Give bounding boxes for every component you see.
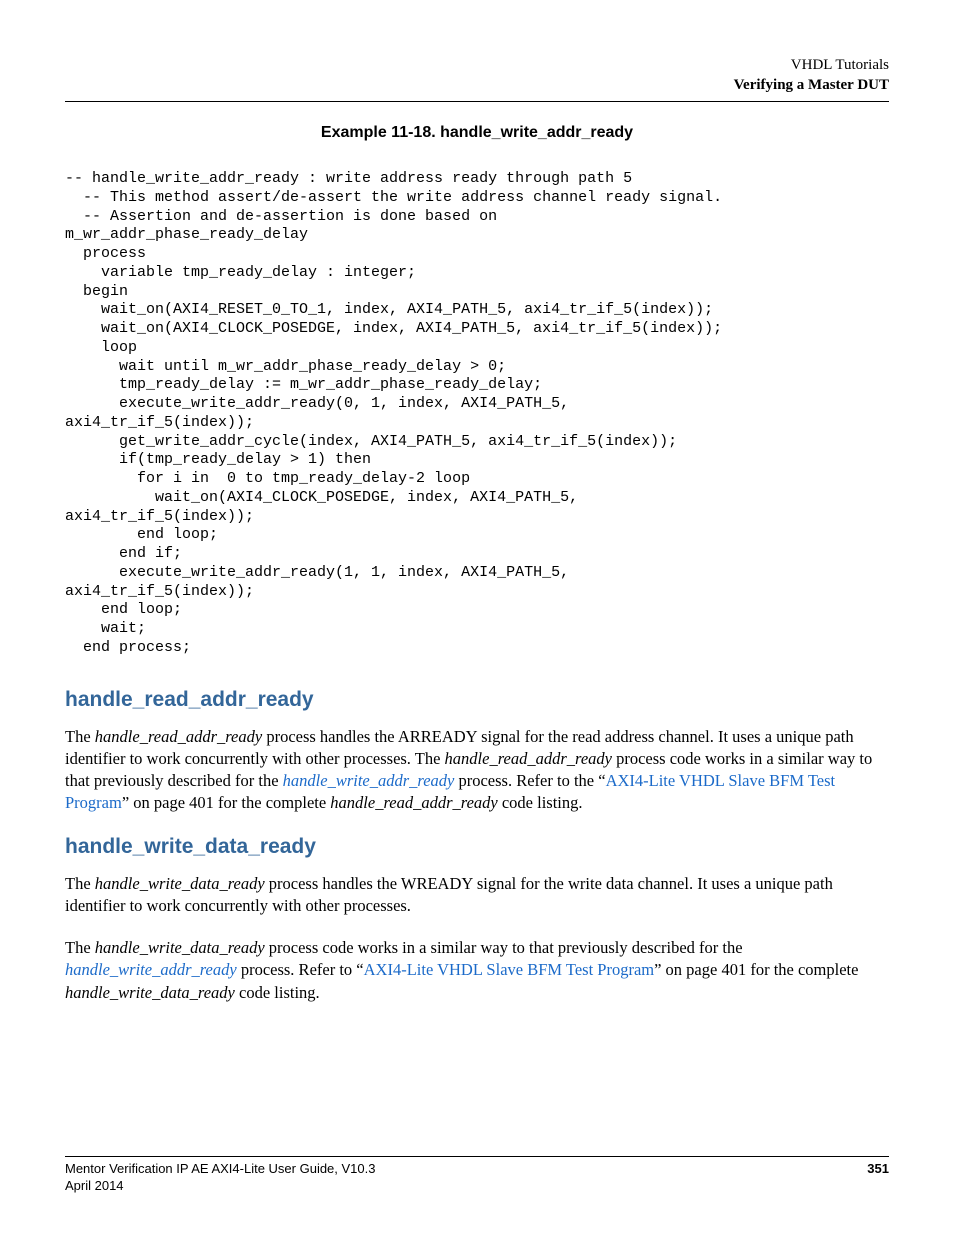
term: handle_write_data_ready bbox=[95, 874, 265, 893]
para-write-data-2: The handle_write_data_ready process code… bbox=[65, 937, 889, 1004]
term: handle_read_addr_ready bbox=[95, 727, 262, 746]
para-write-data-1: The handle_write_data_ready process hand… bbox=[65, 873, 889, 918]
text: code listing. bbox=[235, 983, 320, 1002]
para-read-addr: The handle_read_addr_ready process handl… bbox=[65, 726, 889, 815]
code-listing: -- handle_write_addr_ready : write addre… bbox=[65, 170, 889, 658]
link-axi4-slave-bfm-test-2[interactable]: AXI4-Lite VHDL Slave BFM Test Program bbox=[364, 960, 654, 979]
text: process. Refer to the “ bbox=[454, 771, 605, 790]
section-heading-write-data: handle_write_data_ready bbox=[65, 835, 889, 859]
text: code listing. bbox=[498, 793, 583, 812]
term: handle_read_addr_ready bbox=[330, 793, 497, 812]
term: handle_write_data_ready bbox=[95, 938, 265, 957]
term: handle_read_addr_ready bbox=[445, 749, 612, 768]
term: handle_write_data_ready bbox=[65, 983, 235, 1002]
text: ” on page 401 for the complete bbox=[122, 793, 330, 812]
footer-page-number: 351 bbox=[867, 1161, 889, 1195]
footer-date: April 2014 bbox=[65, 1178, 375, 1195]
text: process. Refer to “ bbox=[237, 960, 364, 979]
page-footer: Mentor Verification IP AE AXI4-Lite User… bbox=[65, 1156, 889, 1195]
example-title: Example 11-18. handle_write_addr_ready bbox=[65, 124, 889, 142]
text: The bbox=[65, 874, 95, 893]
header-section: Verifying a Master DUT bbox=[65, 76, 889, 96]
page-header: VHDL Tutorials Verifying a Master DUT bbox=[65, 56, 889, 102]
section-heading-read-addr: handle_read_addr_ready bbox=[65, 688, 889, 712]
text: The bbox=[65, 727, 95, 746]
text: ” on page 401 for the complete bbox=[654, 960, 858, 979]
link-handle-write-addr-ready[interactable]: handle_write_addr_ready bbox=[283, 771, 455, 790]
link-handle-write-addr-ready-2[interactable]: handle_write_addr_ready bbox=[65, 960, 237, 979]
text: The bbox=[65, 938, 95, 957]
footer-title: Mentor Verification IP AE AXI4-Lite User… bbox=[65, 1161, 375, 1178]
text: process code works in a similar way to t… bbox=[265, 938, 743, 957]
header-chapter: VHDL Tutorials bbox=[65, 56, 889, 76]
